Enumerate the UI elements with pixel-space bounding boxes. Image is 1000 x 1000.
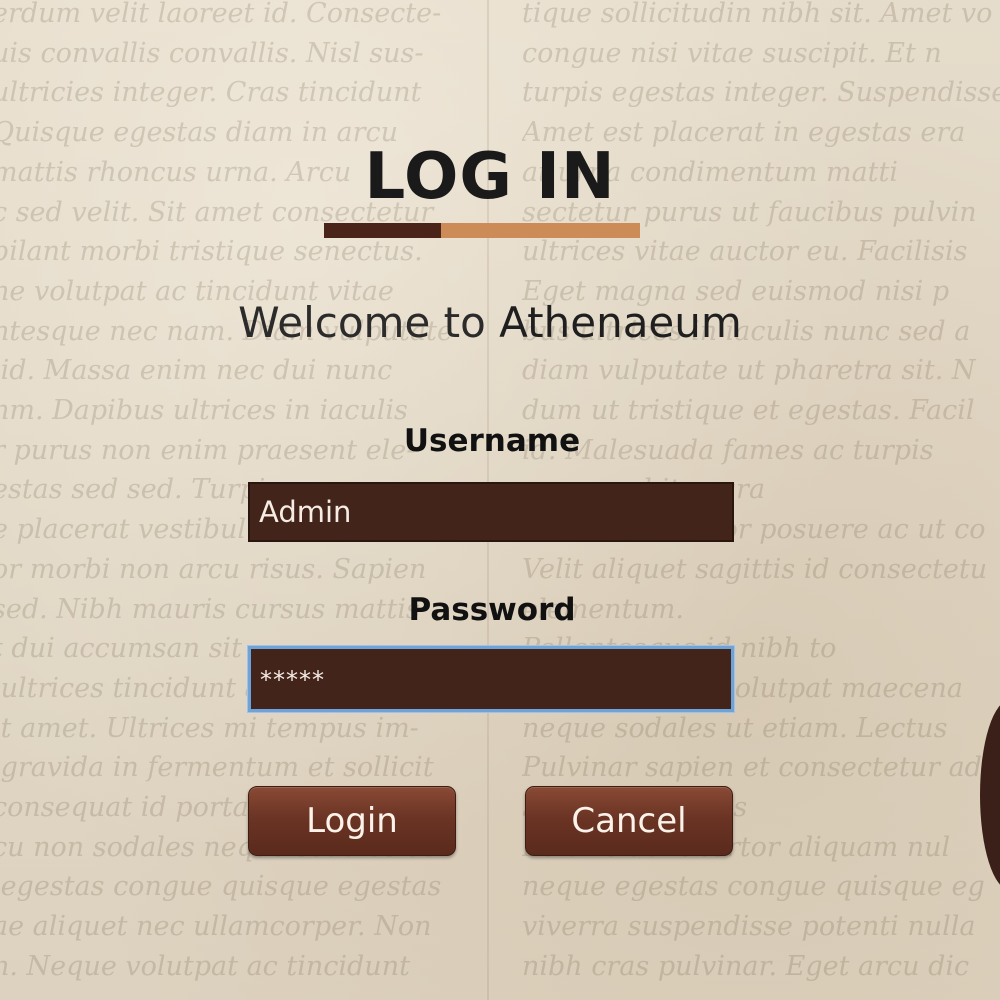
password-input[interactable] (248, 646, 734, 712)
cancel-button[interactable]: Cancel (525, 786, 733, 856)
username-input[interactable] (248, 482, 734, 542)
brand-name: Athenaeum (499, 298, 742, 347)
username-label: Username (403, 423, 581, 459)
password-label: Password (408, 592, 576, 628)
welcome-message: Welcome to Athenaeum (0, 298, 980, 347)
login-button[interactable]: Login (248, 786, 456, 856)
title-underline-light (441, 223, 640, 238)
title-underline-dark (324, 223, 441, 238)
welcome-prefix: Welcome to (238, 298, 500, 347)
page-title: LOG IN (364, 140, 616, 214)
